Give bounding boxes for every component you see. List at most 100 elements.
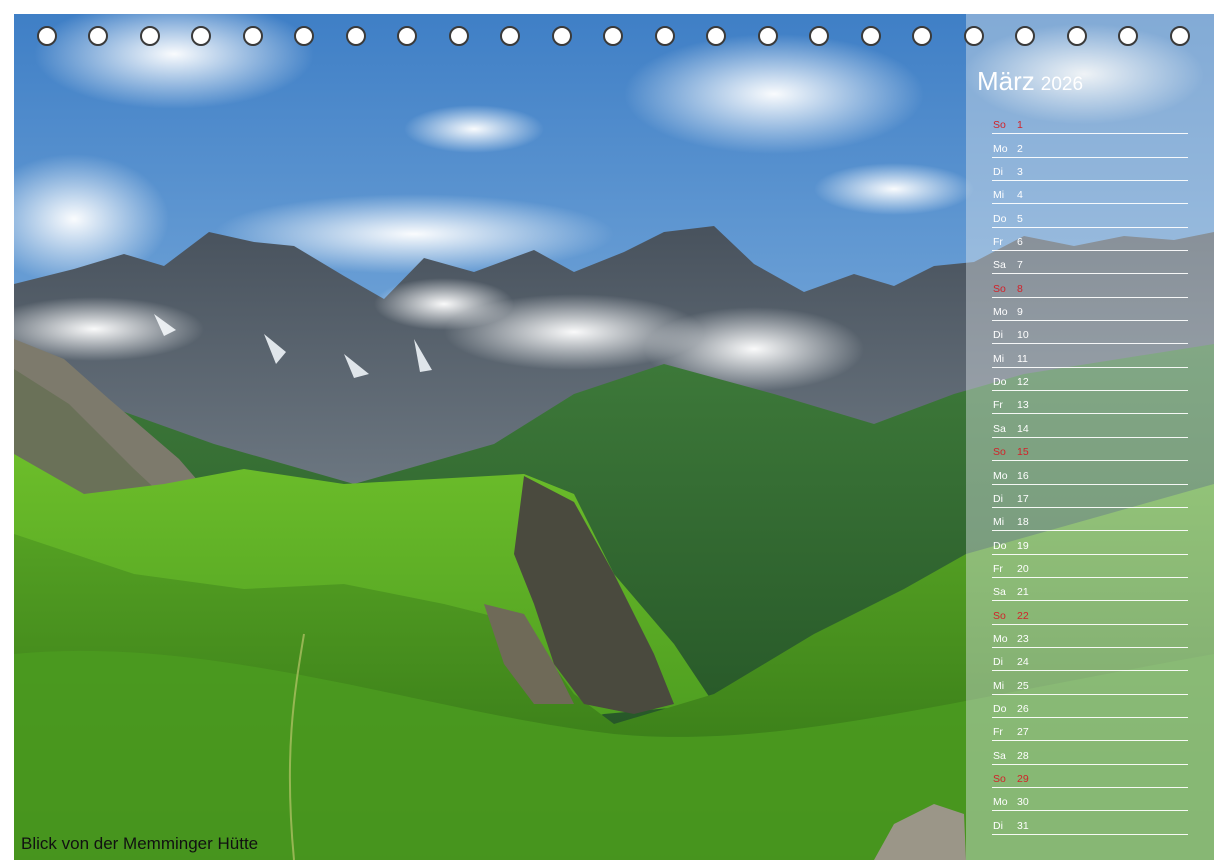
binding-ring <box>397 26 417 46</box>
day-number: 11 <box>1017 352 1028 365</box>
day-row: Di 10 <box>992 321 1188 345</box>
day-number: 1 <box>1017 119 1023 132</box>
weekday-label: Fr <box>993 562 1003 575</box>
day-number: 17 <box>1017 492 1029 505</box>
weekday-label: So <box>993 282 1006 295</box>
weekday-label: Di <box>993 329 1003 342</box>
day-row: Mo 9 <box>992 298 1188 322</box>
binding-ring <box>706 26 726 46</box>
binding-ring <box>1118 26 1138 46</box>
binding-ring <box>809 26 829 46</box>
weekday-label: Do <box>993 212 1007 225</box>
binding-ring <box>346 26 366 46</box>
day-number: 3 <box>1017 166 1023 179</box>
day-number: 12 <box>1017 376 1029 389</box>
day-row: Mo 2 <box>992 134 1188 158</box>
year: 2026 <box>1040 74 1084 95</box>
day-row: Mo 16 <box>992 461 1188 485</box>
binding-ring <box>88 26 108 46</box>
day-row: So 29 <box>992 765 1188 788</box>
weekday-label: Mo <box>993 796 1008 809</box>
weekday-label: Di <box>993 166 1003 179</box>
binding-ring <box>243 26 263 46</box>
day-row: Di 31 <box>992 811 1188 835</box>
spiral-binding <box>0 26 1222 52</box>
weekday-label: Mi <box>993 516 1005 529</box>
day-row: Mi 11 <box>992 344 1188 368</box>
day-row: Mi 18 <box>992 508 1188 532</box>
weekday-label: Sa <box>993 259 1006 272</box>
weekday-label: Mi <box>993 679 1005 692</box>
binding-ring <box>552 26 572 46</box>
day-number: 23 <box>1017 632 1029 645</box>
day-number: 26 <box>1017 702 1029 715</box>
day-number: 14 <box>1017 422 1029 435</box>
day-number: 29 <box>1017 772 1029 785</box>
day-row: Fr 6 <box>992 228 1188 252</box>
weekday-label: So <box>993 609 1006 622</box>
weekday-label: Sa <box>993 749 1006 762</box>
day-number: 2 <box>1017 142 1023 155</box>
weekday-label: Do <box>993 702 1007 715</box>
day-row: Fr 13 <box>992 391 1188 415</box>
weekday-label: Mi <box>993 189 1005 202</box>
weekday-label: Fr <box>993 236 1003 249</box>
binding-ring <box>1067 26 1087 46</box>
day-number: 13 <box>1017 399 1029 412</box>
binding-ring <box>140 26 160 46</box>
day-row: Do 26 <box>992 695 1188 718</box>
weekday-label: So <box>993 119 1006 132</box>
day-row: Fr 27 <box>992 718 1188 742</box>
day-number: 30 <box>1017 796 1029 809</box>
weekday-label: Sa <box>993 586 1006 599</box>
day-row: So 8 <box>992 274 1188 298</box>
day-number: 22 <box>1017 609 1029 622</box>
day-row: Do 5 <box>992 204 1188 228</box>
weekday-label: Mo <box>993 142 1008 155</box>
day-row: Di 17 <box>992 485 1188 508</box>
day-row: Mo 23 <box>992 625 1188 648</box>
day-row: So 22 <box>992 601 1188 625</box>
binding-ring <box>37 26 57 46</box>
day-number: 5 <box>1017 212 1023 225</box>
weekday-label: Do <box>993 539 1007 552</box>
day-row: So 15 <box>992 438 1188 462</box>
weekday-label: Fr <box>993 399 1003 412</box>
weekday-label: Di <box>993 656 1003 669</box>
day-number: 21 <box>1017 586 1029 599</box>
day-number: 15 <box>1017 446 1029 459</box>
day-row: So 1 <box>992 111 1188 135</box>
binding-ring <box>758 26 778 46</box>
day-number: 9 <box>1017 306 1023 319</box>
weekday-label: Do <box>993 376 1007 389</box>
day-row: Mi 25 <box>992 671 1188 695</box>
binding-ring <box>294 26 314 46</box>
binding-ring <box>500 26 520 46</box>
day-number: 18 <box>1017 516 1029 529</box>
weekday-label: So <box>993 446 1006 459</box>
weekday-label: Di <box>993 819 1003 832</box>
day-number: 20 <box>1017 562 1029 575</box>
day-row: Sa 21 <box>992 578 1188 602</box>
weekday-label: Sa <box>993 422 1006 435</box>
day-row: Do 12 <box>992 368 1188 392</box>
day-row: Sa 7 <box>992 251 1188 275</box>
day-number: 19 <box>1017 539 1029 552</box>
month-name: März <box>977 66 1035 96</box>
binding-ring <box>655 26 675 46</box>
weekday-label: Fr <box>993 726 1003 739</box>
binding-ring <box>1015 26 1035 46</box>
day-number: 24 <box>1017 656 1029 669</box>
day-row: Mi 4 <box>992 181 1188 205</box>
day-number: 10 <box>1017 329 1029 342</box>
weekday-label: So <box>993 772 1006 785</box>
weekday-label: Mo <box>993 632 1008 645</box>
binding-ring <box>964 26 984 46</box>
weekday-label: Mo <box>993 469 1008 482</box>
weekday-label: Mi <box>993 352 1005 365</box>
day-row: Do 19 <box>992 531 1188 555</box>
binding-ring <box>861 26 881 46</box>
day-number: 4 <box>1017 189 1023 202</box>
weekday-label: Di <box>993 492 1003 505</box>
day-number: 7 <box>1017 259 1023 272</box>
